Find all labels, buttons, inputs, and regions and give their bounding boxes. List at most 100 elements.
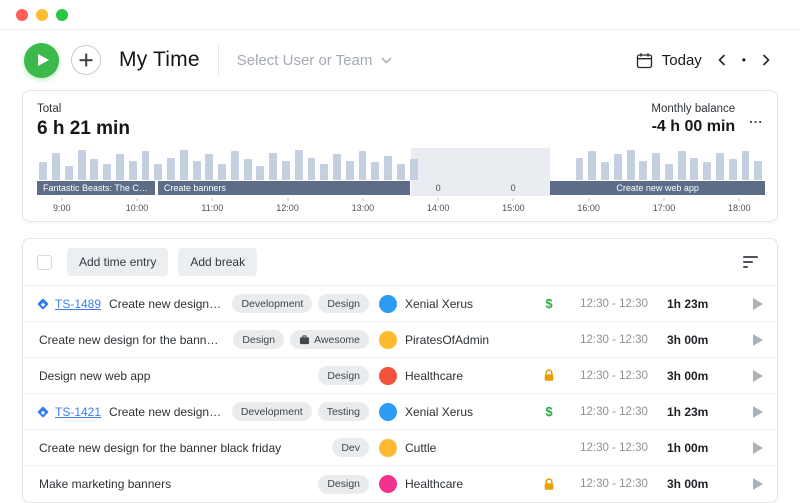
client-avatar (379, 475, 397, 493)
activity-bar (243, 159, 252, 180)
tag-pill: Testing (317, 402, 369, 421)
monthly-balance-value: -4 h 00 min (651, 118, 736, 135)
client-name: PiratesOfAdmin (405, 332, 490, 347)
tag-pill: Design (318, 294, 369, 313)
add-break-button[interactable]: Add break (178, 248, 258, 276)
bar-slot (739, 148, 752, 180)
sort-icon (743, 256, 758, 268)
time-entry-row[interactable]: TS-1489 Create new design for the time e… (23, 286, 777, 322)
today-dot[interactable]: • (742, 54, 746, 66)
axis-label: 16:00 (577, 203, 600, 213)
time-entry-row[interactable]: Create new design for the banner black f… (23, 322, 777, 358)
play-icon (37, 54, 49, 66)
start-timer-main-button[interactable] (24, 42, 59, 78)
timeline-bands: Fantastic Beasts: The Crimes...Create ba… (37, 180, 765, 196)
tag-label: Development (241, 297, 304, 310)
bar-slot (75, 148, 88, 180)
timeline-band[interactable]: Create banners (157, 181, 411, 195)
chevron-right-icon (762, 54, 770, 66)
entry-billing-cell (537, 369, 561, 382)
divider (217, 45, 219, 75)
axis-tick (437, 198, 439, 201)
summary-menu-button[interactable]: ... (747, 109, 765, 134)
date-navigation: Today • (636, 50, 776, 70)
activity-bar (703, 162, 712, 180)
activity-bar (716, 152, 724, 180)
prev-day-button[interactable] (712, 50, 732, 70)
bar-slot (688, 148, 701, 180)
tag-label: Development (240, 405, 303, 418)
summary-card: Total 6 h 21 min Monthly balance -4 h 00… (22, 90, 778, 222)
entry-duration: 3h 00m (667, 332, 709, 347)
timeline-band[interactable]: Fantastic Beasts: The Crimes... (37, 181, 155, 195)
bar-slot (101, 148, 114, 180)
sort-button[interactable] (738, 248, 763, 276)
start-timer-row-button[interactable] (753, 441, 763, 454)
time-entry-row[interactable]: Make marketing banners Design Healthcare… (23, 466, 777, 502)
axis-tick (136, 198, 138, 201)
start-timer-row-button[interactable] (753, 297, 763, 310)
start-timer-row-button[interactable] (753, 369, 763, 382)
activity-bar (333, 154, 341, 180)
client-avatar (379, 366, 397, 385)
next-day-button[interactable] (756, 50, 776, 70)
entry-time-range: 12:30 - 12:30 (580, 441, 648, 454)
timeline-band[interactable]: Create new web app (550, 181, 765, 195)
entry-title-cell: Make marketing banners (39, 477, 308, 491)
tag-pill: Development (231, 402, 312, 421)
entries-toolbar: Add time entry Add break (23, 239, 777, 286)
entry-billing-cell: $ (537, 404, 561, 419)
page-title: My Time (119, 48, 200, 71)
start-timer-row-button[interactable] (753, 333, 763, 346)
time-entry-row[interactable]: Create new design for the banner black f… (23, 430, 777, 466)
activity-bar (116, 154, 124, 180)
start-timer-row-button[interactable] (753, 405, 763, 418)
bar-slot (318, 148, 331, 180)
client-avatar (379, 330, 397, 349)
select-all-checkbox[interactable] (37, 254, 52, 270)
activity-bar (728, 159, 737, 180)
chevron-down-icon (381, 56, 392, 64)
entry-billing-cell (537, 477, 561, 491)
tag-pill: Design (318, 474, 369, 494)
activity-bar (39, 162, 48, 180)
activity-bar (320, 164, 329, 180)
traffic-light-close[interactable] (16, 8, 28, 21)
entry-title: Create new design for the time editor (109, 296, 223, 311)
bar-slot (484, 148, 497, 180)
add-entry-quick-button[interactable] (71, 45, 101, 75)
task-id-link[interactable]: TS-1421 (55, 405, 101, 419)
entry-duration: 1h 23m (667, 296, 709, 311)
bar-slot (663, 148, 676, 180)
entry-client-cell: PiratesOfAdmin (379, 330, 527, 349)
activity-plot (37, 148, 765, 180)
start-timer-row-button[interactable] (753, 478, 763, 490)
time-entry-row[interactable]: Design new web app Design Healthcare 12:… (23, 358, 777, 394)
add-time-entry-button[interactable]: Add time entry (67, 248, 169, 276)
bar-slot (624, 148, 637, 180)
billable-icon: $ (545, 296, 553, 311)
activity-bar (218, 164, 227, 180)
traffic-light-zoom[interactable] (56, 8, 68, 21)
date-picker-button[interactable]: Today (636, 52, 702, 69)
time-entry-row[interactable]: TS-1421 Create new design for the time e… (23, 394, 777, 430)
activity-bar (690, 157, 699, 180)
bar-slot (165, 148, 178, 180)
activity-bar (192, 160, 201, 180)
total-label: Total (37, 103, 62, 115)
bar-slot (675, 148, 688, 180)
zero-hours-label: 0 (435, 183, 441, 193)
traffic-light-minimize[interactable] (36, 8, 48, 21)
bar-slot (331, 148, 344, 180)
activity-bar (588, 151, 597, 180)
client-name: Cuttle (405, 440, 437, 455)
axis-label: 14:00 (426, 203, 450, 213)
user-team-selector[interactable]: Select User or Team (237, 52, 393, 69)
lock-icon (544, 477, 554, 490)
entry-client-cell: Xenial Xerus (379, 402, 527, 421)
task-id-link[interactable]: TS-1489 (55, 297, 101, 311)
entry-tags: Design (318, 474, 369, 494)
entry-time-range: 12:30 - 12:30 (580, 369, 648, 382)
axis-tick (211, 198, 213, 201)
bar-slot (446, 148, 459, 180)
